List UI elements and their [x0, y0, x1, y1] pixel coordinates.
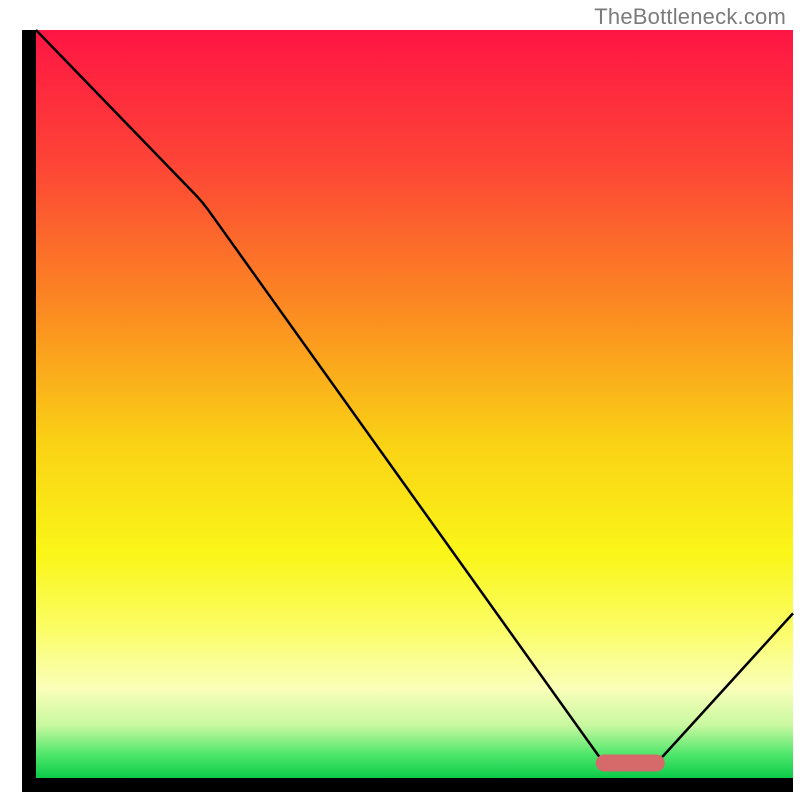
optimal-band-marker: [596, 755, 665, 772]
x-axis: [22, 778, 793, 792]
y-axis: [22, 30, 36, 792]
bottleneck-chart: [0, 0, 800, 800]
plot-background: [36, 30, 793, 778]
